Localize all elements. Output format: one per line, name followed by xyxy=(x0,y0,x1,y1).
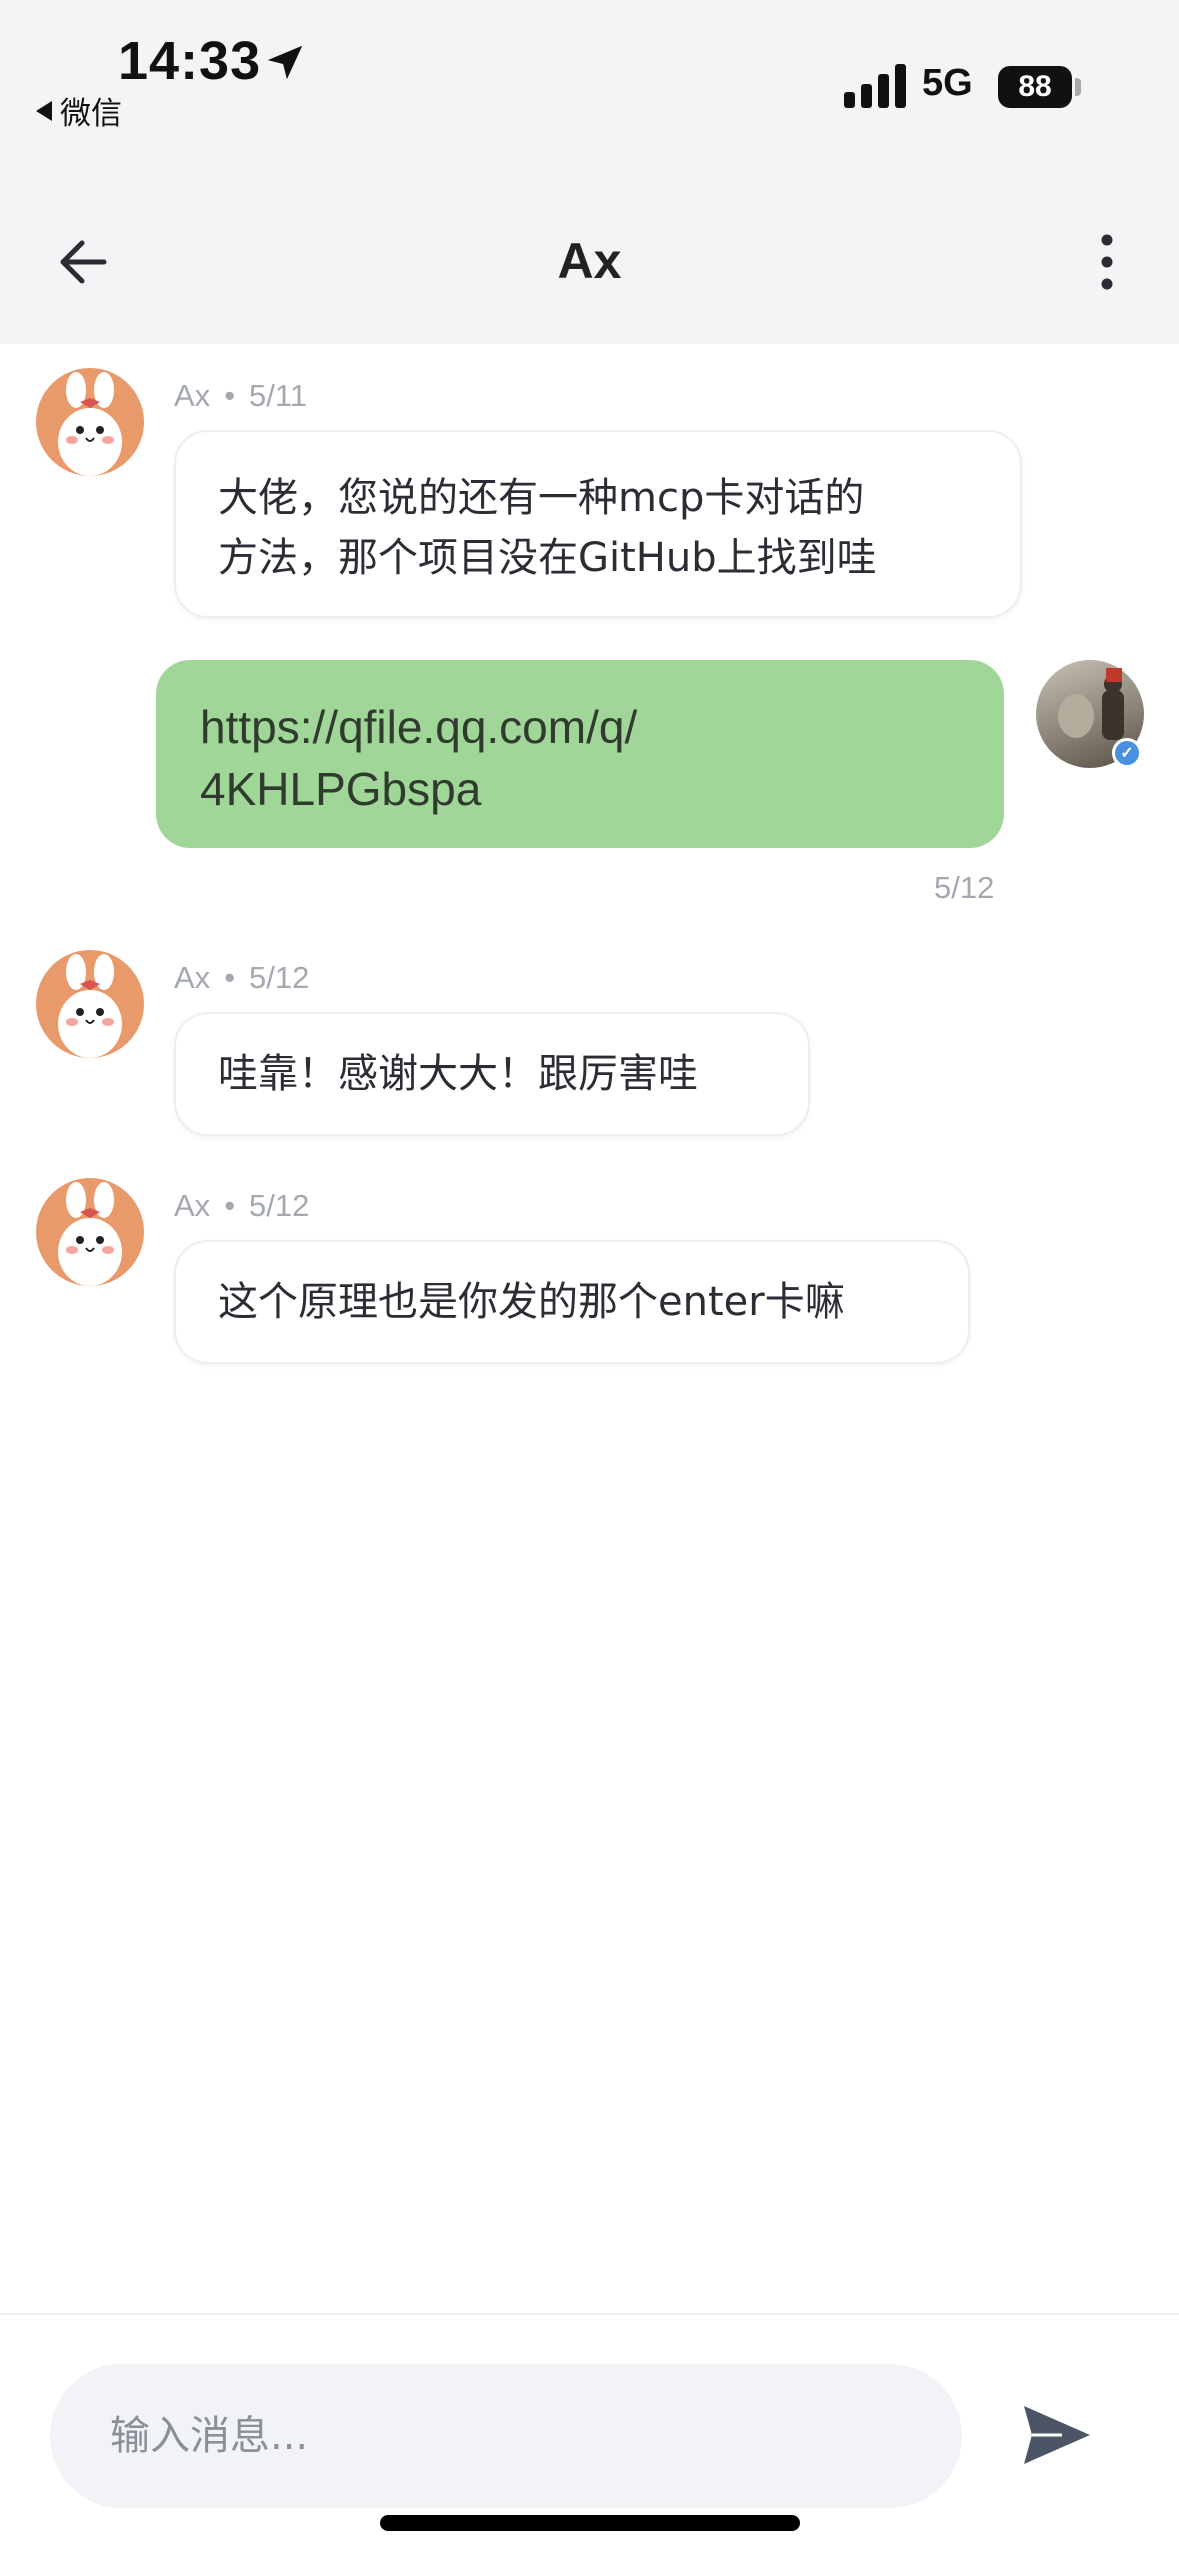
cellular-signal-icon xyxy=(844,64,906,108)
message-line: 这个原理也是你发的那个enter卡嘛 xyxy=(218,1279,845,1325)
bunny-avatar-icon xyxy=(58,372,122,476)
battery-level: 88 xyxy=(1018,70,1052,103)
bunny-avatar-icon xyxy=(58,954,122,1058)
incoming-message-bubble[interactable]: 这个原理也是你发的那个enter卡嘛 xyxy=(174,1240,970,1364)
outgoing-message-bubble[interactable]: https://qfile.qq.com/q/ 4KHLPGbspa xyxy=(156,660,1004,848)
verified-badge-icon: ✓ xyxy=(1112,738,1142,768)
contact-avatar[interactable] xyxy=(36,1178,144,1286)
meta-dot: • xyxy=(224,378,236,413)
meta-dot: • xyxy=(224,1188,236,1223)
status-time: 14:33 xyxy=(118,31,262,91)
message-line: 4KHLPGbspa xyxy=(200,763,482,815)
send-icon[interactable] xyxy=(1022,2404,1092,2466)
battery-nub xyxy=(1075,78,1081,96)
sender-name: Ax xyxy=(174,378,211,413)
message-date: 5/12 xyxy=(934,870,995,905)
chat-title: Ax xyxy=(557,233,622,289)
composer-divider xyxy=(0,2313,1179,2315)
meta-dot: • xyxy=(224,960,236,995)
battery-indicator: 88 xyxy=(998,66,1072,108)
back-to-app-link[interactable]: 微信 xyxy=(36,88,122,133)
message-meta: Ax • 5/11 xyxy=(174,378,307,414)
incoming-message-bubble[interactable]: 哇靠！感谢大大！跟厉害哇 xyxy=(174,1012,810,1136)
bunny-avatar-icon xyxy=(58,1182,122,1286)
chat-screen: 14:33 微信 5G 88 Ax Ax • 5/11 大佬，您说的还有一种mc… xyxy=(0,0,1179,2556)
more-vertical-icon[interactable] xyxy=(1092,232,1122,292)
back-triangle-icon xyxy=(36,100,52,121)
message-line: 方法，那个项目没在GitHub上找到哇 xyxy=(218,535,877,581)
sender-name: Ax xyxy=(174,1188,211,1223)
message-date: 5/12 xyxy=(249,1188,310,1223)
message-meta: Ax • 5/12 xyxy=(174,1188,309,1224)
back-app-label: 微信 xyxy=(60,96,122,132)
home-indicator xyxy=(380,2515,800,2531)
network-type: 5G xyxy=(922,62,973,104)
message-date: 5/12 xyxy=(249,960,310,995)
message-input[interactable] xyxy=(50,2364,962,2508)
message-line: 大佬，您说的还有一种mcp卡对话的 xyxy=(218,475,865,521)
location-arrow-icon xyxy=(267,45,303,80)
message-date: 5/11 xyxy=(249,378,308,413)
sender-name: Ax xyxy=(174,960,211,995)
top-area: 14:33 微信 5G 88 Ax xyxy=(0,0,1179,344)
contact-avatar[interactable] xyxy=(36,368,144,476)
contact-avatar[interactable] xyxy=(36,950,144,1058)
message-meta: Ax • 5/12 xyxy=(174,960,309,996)
message-line: 哇靠！感谢大大！跟厉害哇 xyxy=(218,1051,698,1097)
incoming-message-bubble[interactable]: 大佬，您说的还有一种mcp卡对话的 方法，那个项目没在GitHub上找到哇 xyxy=(174,430,1022,618)
message-line: https://qfile.qq.com/q/ xyxy=(200,701,638,753)
